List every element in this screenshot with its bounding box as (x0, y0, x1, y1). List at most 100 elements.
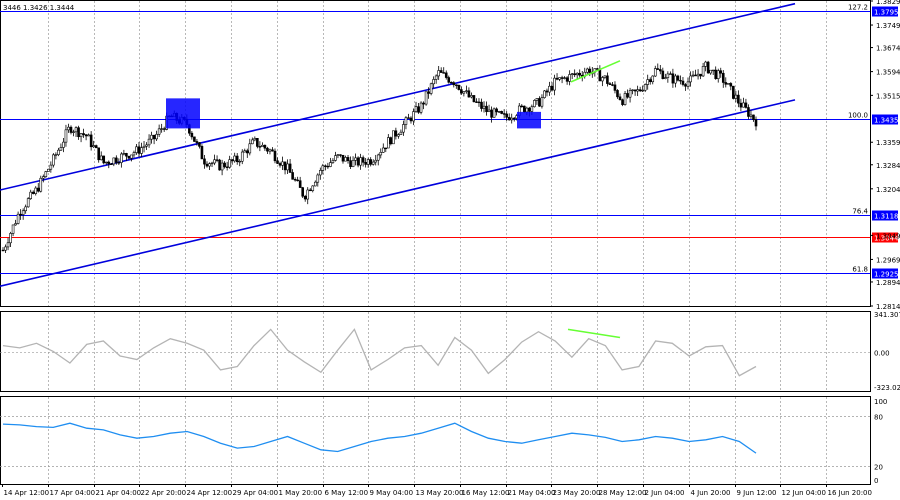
candle-body (397, 134, 400, 137)
candle-body (16, 213, 20, 224)
candle-body (190, 132, 194, 138)
candle-body (664, 77, 667, 79)
candle-body (724, 82, 728, 85)
candle-body (535, 98, 539, 101)
candle-body (543, 90, 546, 98)
candle-body (523, 105, 526, 113)
candle-body (467, 90, 471, 98)
time-label: 13 May 20:00 (416, 489, 464, 497)
time-label: 14 Apr 12:00 (4, 489, 50, 497)
candle-body (349, 160, 352, 167)
candle-body (424, 91, 428, 105)
candle-body (379, 152, 383, 156)
candle-body (575, 72, 579, 76)
candle-body (613, 84, 617, 91)
candle-body (351, 160, 355, 167)
candle-body (316, 174, 320, 183)
candle-body (283, 161, 287, 171)
price-label: 1.2814 (876, 303, 900, 311)
cci-axis-top: 341.3079 (874, 311, 900, 319)
candle-body (553, 77, 556, 91)
price-label: 1.2894 (876, 279, 900, 287)
candle-body (112, 157, 116, 165)
time-label: 28 May 12:00 (599, 489, 647, 497)
candle-body (213, 159, 216, 164)
candle-body (480, 101, 483, 109)
candle-body (585, 68, 589, 73)
candle-body (533, 100, 536, 108)
candle-body (608, 83, 612, 85)
candle-body (739, 102, 743, 108)
time-label: 22 Apr 20:00 (141, 489, 187, 497)
candle-body (341, 154, 345, 162)
candle-body (492, 108, 496, 118)
candle-body (258, 146, 262, 148)
candle-body (641, 89, 644, 92)
candle-body (432, 79, 435, 85)
rsi-axis-bottom: 0 (874, 477, 878, 485)
candle-body (271, 149, 274, 152)
candle-body (510, 117, 514, 121)
candle-body (651, 75, 655, 83)
price-label: 1.3674 (876, 45, 900, 53)
candle-body (674, 75, 677, 84)
time-label: 12 Jun 04:00 (782, 489, 826, 497)
candle-body (293, 178, 297, 181)
candle-body (14, 223, 17, 226)
candle-body (538, 98, 541, 107)
candle-body (321, 165, 325, 171)
candle-body (94, 145, 98, 149)
candle-body (606, 75, 609, 84)
candle-body (77, 127, 80, 138)
candle-body (1, 249, 5, 252)
candle-body (97, 147, 100, 161)
cci-axis-bottom: -323.021 (874, 384, 900, 392)
candle-body (359, 157, 362, 166)
candle-body (142, 145, 146, 148)
candle-body (21, 210, 25, 215)
candle-body (500, 111, 503, 114)
candle-body (276, 160, 279, 164)
time-label: 16 Jun 20:00 (828, 489, 872, 497)
candle-body (296, 179, 299, 182)
candle-body (633, 89, 637, 92)
candle-body (726, 83, 730, 85)
candle-body (616, 90, 619, 98)
rsi-axis-upper: 80 (874, 414, 883, 422)
candle-body (502, 113, 506, 115)
candle-body (107, 161, 111, 165)
candle-body (706, 61, 710, 74)
candle-body (573, 73, 576, 76)
candle-body (324, 165, 327, 167)
candle-body (618, 96, 622, 101)
price-badge-text-fib_127: 1.3795 (874, 9, 899, 17)
candle-body (434, 75, 438, 80)
candle-body (392, 130, 395, 145)
candle-body (240, 151, 244, 162)
candle-body (205, 163, 209, 167)
candle-body (666, 73, 670, 78)
candle-body (52, 154, 55, 166)
time-label: 9 Jun 12:00 (737, 489, 777, 497)
candle-body (530, 106, 534, 112)
candle-body (714, 69, 718, 79)
candle-body (419, 102, 423, 113)
candle-body (636, 89, 639, 92)
candle-body (208, 163, 211, 167)
candle-body (145, 144, 148, 147)
candle-body (659, 69, 662, 72)
level-pct-fib_127: 127.2 (848, 4, 868, 12)
time-label: 23 May 20:00 (553, 489, 601, 497)
candle-body (26, 198, 30, 208)
candle-body (528, 107, 531, 112)
candle-body (540, 97, 544, 107)
candle-body (210, 162, 214, 165)
candle-body (578, 72, 582, 76)
candle-body (44, 171, 48, 177)
time-label: 21 Apr 04:00 (96, 489, 142, 497)
candle-body (92, 145, 95, 148)
candle-body (102, 155, 106, 164)
candle-body (545, 90, 549, 93)
candle-body (548, 85, 551, 93)
highlight-box-left (166, 98, 200, 129)
